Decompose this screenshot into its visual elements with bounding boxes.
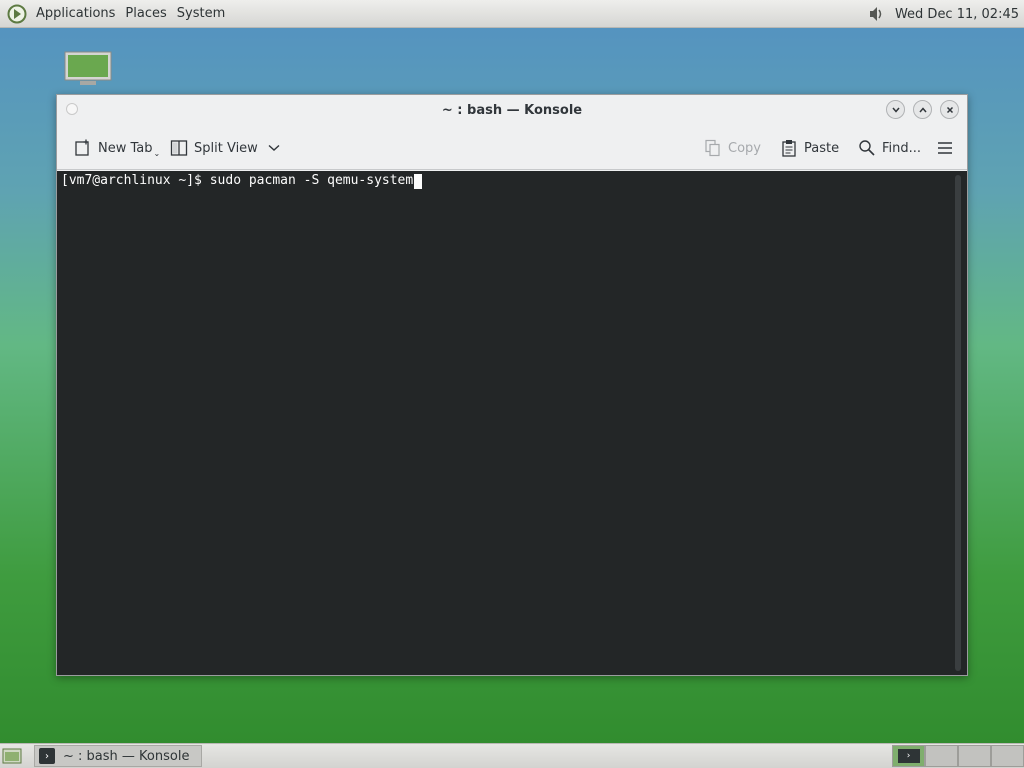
- bottom-panel: › ~ : bash — Konsole ›: [0, 743, 1024, 768]
- taskbar-item-label: ~ : bash — Konsole: [63, 748, 190, 764]
- split-view-button[interactable]: Split View: [169, 135, 280, 161]
- terminal-icon: ›: [897, 749, 920, 763]
- terminal-command: sudo pacman -S qemu-system: [209, 173, 414, 188]
- konsole-window: ~ : bash — Konsole New Tab ⌄ Split View …: [56, 94, 968, 676]
- volume-icon[interactable]: [865, 3, 887, 25]
- workspace-switcher: ›: [892, 745, 1024, 767]
- workspace-2[interactable]: [925, 745, 958, 767]
- terminal-area[interactable]: [vm7@archlinux ~]$ sudo pacman -S qemu-s…: [57, 171, 967, 675]
- titlebar[interactable]: ~ : bash — Konsole: [57, 95, 967, 125]
- hamburger-menu-button[interactable]: [935, 135, 960, 161]
- terminal-scrollbar[interactable]: [955, 175, 961, 671]
- search-icon: [857, 138, 877, 158]
- clock[interactable]: Wed Dec 11, 02:45: [895, 7, 1019, 22]
- copy-button[interactable]: Copy: [703, 135, 761, 161]
- computer-icon[interactable]: [62, 50, 114, 90]
- terminal-line: [vm7@archlinux ~]$ sudo pacman -S qemu-s…: [61, 173, 423, 189]
- new-tab-icon: [73, 138, 93, 158]
- hamburger-menu-icon: [935, 138, 955, 158]
- paste-label: Paste: [804, 140, 840, 156]
- terminal-cursor: [414, 173, 423, 189]
- paste-button[interactable]: Paste: [779, 135, 839, 161]
- find-label: Find...: [882, 140, 922, 156]
- workspace-1[interactable]: ›: [892, 745, 925, 767]
- window-menu-button[interactable]: [66, 103, 78, 115]
- show-desktop-icon[interactable]: [2, 747, 22, 765]
- terminal-icon: ›: [39, 748, 55, 764]
- close-button[interactable]: [940, 100, 959, 119]
- workspace-4[interactable]: [991, 745, 1024, 767]
- applications-menu[interactable]: Applications: [31, 0, 120, 28]
- paste-icon: [779, 138, 799, 158]
- find-button[interactable]: Find...: [857, 135, 921, 161]
- split-view-icon: [169, 138, 189, 158]
- new-tab-dropdown-icon[interactable]: ⌄: [154, 149, 161, 158]
- copy-icon: [703, 138, 723, 158]
- new-tab-button[interactable]: New Tab ⌄: [73, 135, 160, 161]
- taskbar-item-konsole[interactable]: › ~ : bash — Konsole: [34, 745, 202, 767]
- split-view-dropdown-icon[interactable]: [268, 141, 280, 156]
- places-menu[interactable]: Places: [120, 0, 171, 28]
- new-tab-label: New Tab: [98, 140, 153, 156]
- window-title: ~ : bash — Konsole: [441, 102, 583, 118]
- copy-label: Copy: [728, 140, 761, 156]
- system-menu[interactable]: System: [172, 0, 230, 28]
- terminal-prompt: [vm7@archlinux ~]$: [61, 173, 210, 188]
- maximize-button[interactable]: [913, 100, 932, 119]
- toolbar: New Tab ⌄ Split View Copy Paste Find...: [57, 125, 967, 170]
- minimize-button[interactable]: [886, 100, 905, 119]
- distro-logo-icon[interactable]: [7, 4, 27, 24]
- workspace-3[interactable]: [958, 745, 991, 767]
- split-view-label: Split View: [194, 140, 258, 156]
- top-panel: Applications Places System Wed Dec 11, 0…: [0, 0, 1024, 28]
